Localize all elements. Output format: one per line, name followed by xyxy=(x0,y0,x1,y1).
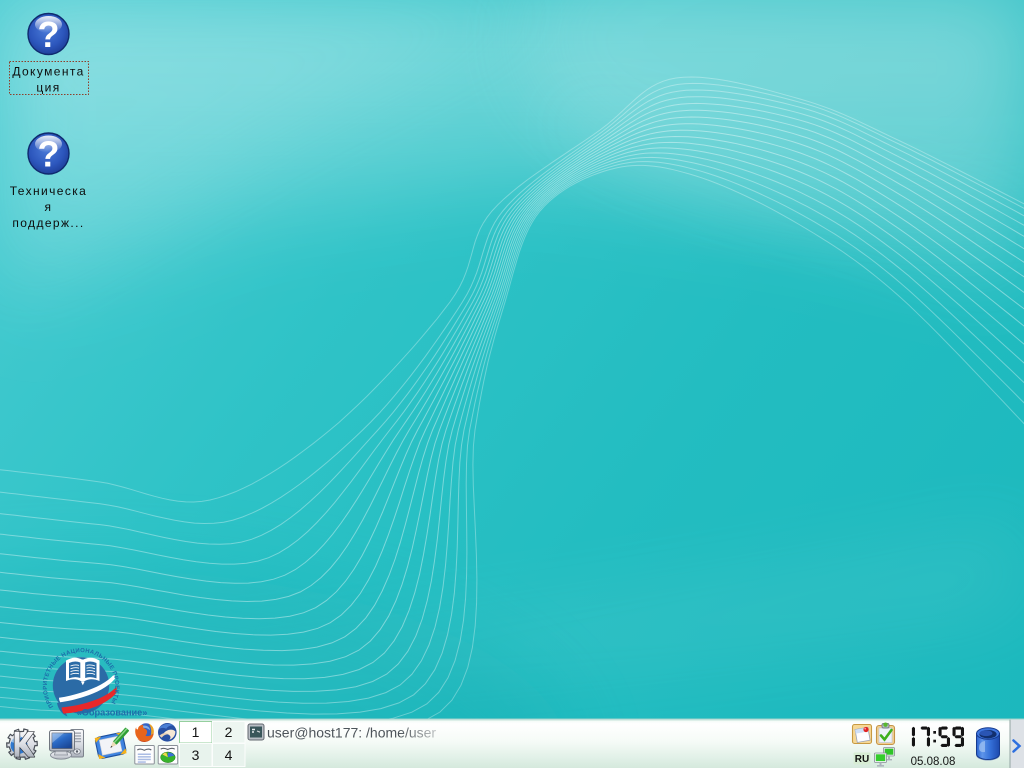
svg-text:user@host177: /home/user: user@host177: /home/user xyxy=(267,725,436,741)
svg-text:?: ? xyxy=(38,14,60,55)
svg-text:поддерж...: поддерж... xyxy=(12,216,84,230)
svg-text:«Образование»: «Образование» xyxy=(77,708,148,718)
svg-text:05.08.08: 05.08.08 xyxy=(911,756,956,768)
svg-text:4: 4 xyxy=(225,747,233,763)
svg-text:ция: ция xyxy=(36,81,60,95)
svg-text:я: я xyxy=(45,200,53,214)
svg-text:2: 2 xyxy=(225,724,233,740)
svg-text:Документа: Документа xyxy=(12,65,84,79)
svg-text:?: ? xyxy=(38,134,60,175)
svg-text:1: 1 xyxy=(192,724,200,740)
svg-text:3: 3 xyxy=(192,747,200,763)
svg-text:RU: RU xyxy=(855,754,869,765)
svg-text:Техническа: Техническа xyxy=(10,184,88,198)
